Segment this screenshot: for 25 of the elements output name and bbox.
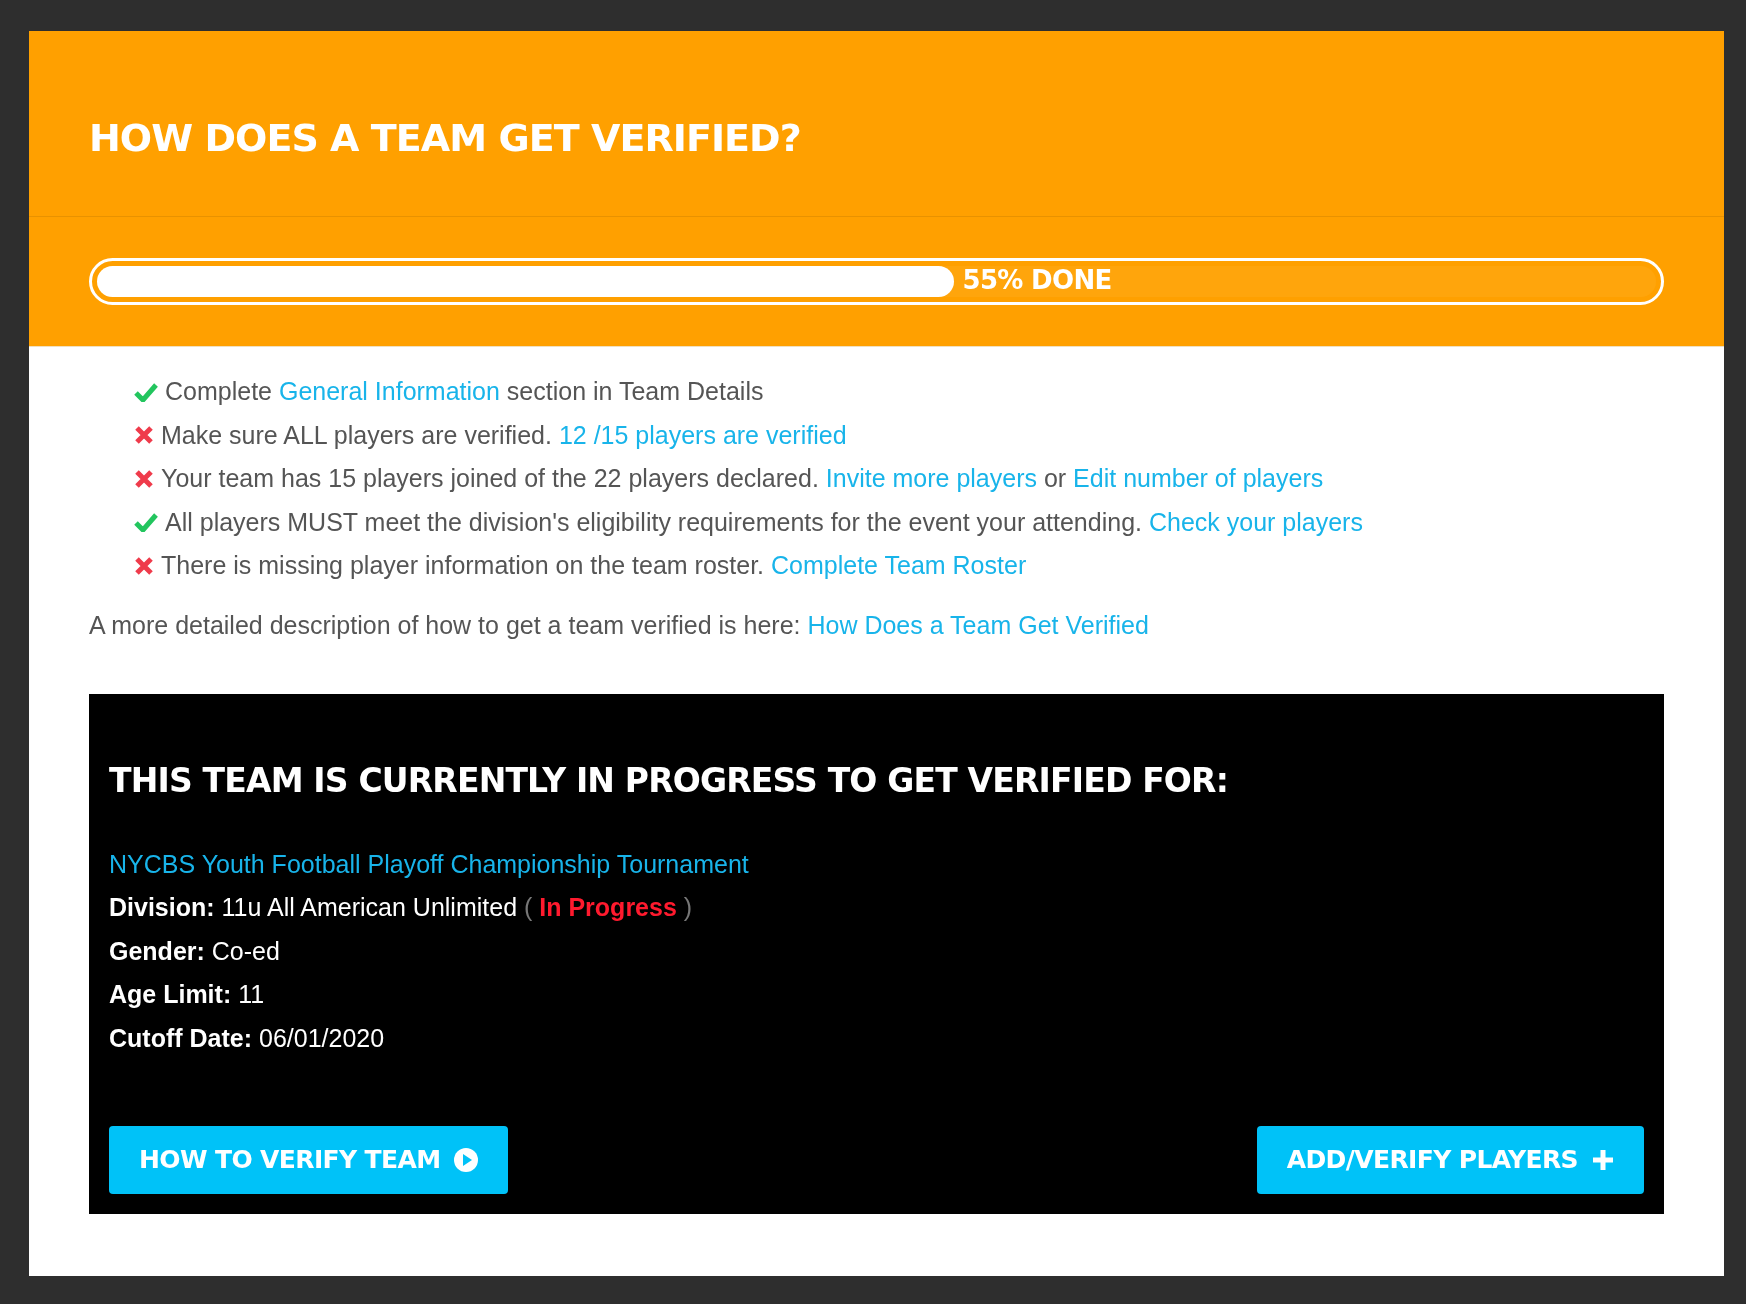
detail-line: Gender: Co-ed	[109, 935, 281, 967]
division-line: Division: 11u All American Unlimited ( In Progress )	[109, 892, 694, 923]
description-text: A more detailed description of how to get a team verified is here: How Does a Team Get Verified	[89, 609, 1150, 641]
text-link[interactable]: Check your players	[1148, 507, 1363, 536]
how-to-verify-button[interactable]: HOW TO VERIFY TEAM	[109, 1126, 509, 1194]
detail-line: Cutoff Date: 06/01/2020	[109, 1022, 386, 1054]
text-link[interactable]: How Does a Team Get Verified	[807, 610, 1149, 639]
text-link[interactable]: General Information	[278, 377, 500, 405]
page-title: HOW DOES A TEAM GET VERIFIED?	[89, 115, 801, 162]
checklist-item: Complete General Information section in Team Details	[165, 376, 764, 407]
checklist-item: Make sure ALL players are verified. 12 /15 players are verified	[161, 419, 847, 451]
checklist-item: All players MUST meet the division's eligibility requirements for the event your attending. Check your players	[165, 506, 1363, 538]
panel-title: THIS TEAM IS CURRENTLY IN PROGRESS TO GET VERIFIED FOR:	[109, 760, 1230, 802]
progress-label: 55% DONE	[962, 264, 1112, 297]
checklist-item: Your team has 15 players joined of the 22 players declared. Invite more players or Edit number of players	[161, 463, 1324, 494]
add-players-button[interactable]: ADD/VERIFY PLAYERS	[1256, 1126, 1644, 1194]
detail-line: Age Limit: 11	[109, 979, 266, 1010]
play-icon	[454, 1148, 479, 1172]
event-link[interactable]: NYCBS Youth Football Playoff Championship Tournament	[109, 845, 749, 883]
text-link[interactable]: Complete Team Roster	[771, 551, 1027, 579]
text-link[interactable]: Edit number of players	[1073, 464, 1324, 492]
plus-icon	[1592, 1149, 1614, 1171]
checklist-item: There is missing player information on the team roster. Complete Team Roster	[161, 550, 1027, 581]
text-link[interactable]: Invite more players	[825, 464, 1037, 492]
text-link[interactable]: 12 /15 players are verified	[558, 420, 847, 449]
